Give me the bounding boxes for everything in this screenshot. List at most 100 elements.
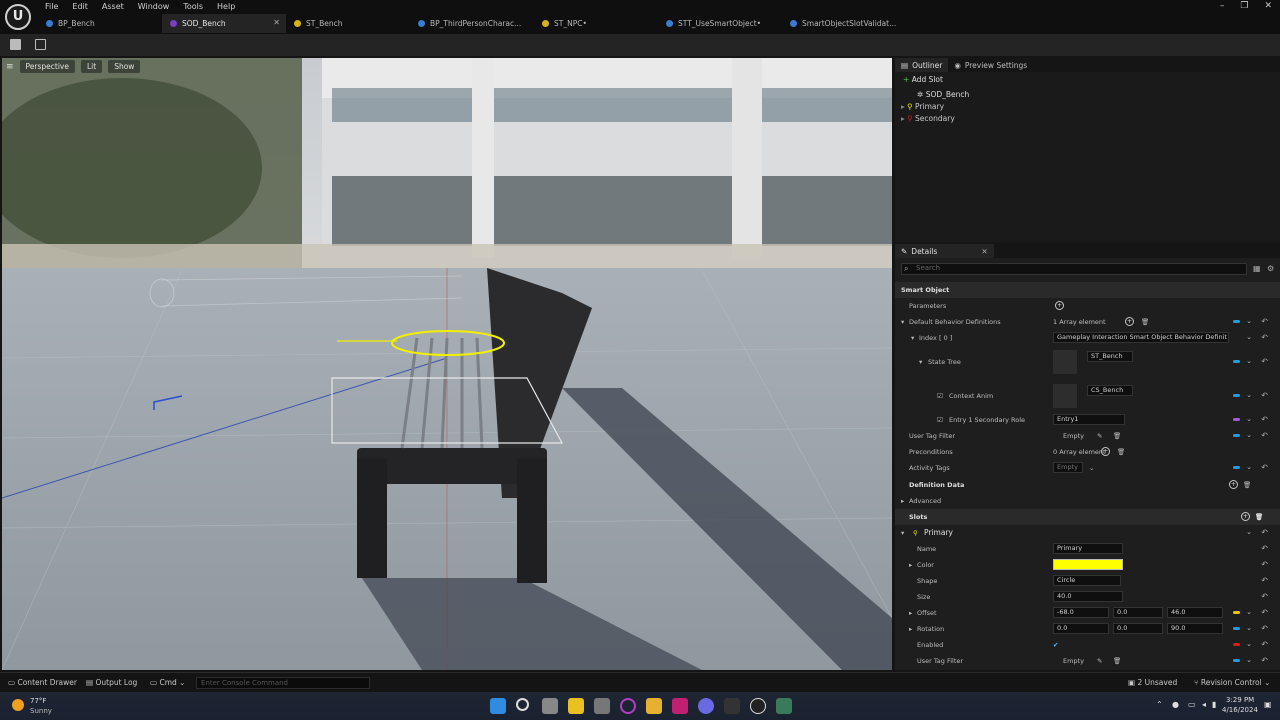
color-swatch[interactable]: [1053, 559, 1123, 570]
close-icon[interactable]: ✕: [273, 18, 280, 27]
next-app-icon[interactable]: [672, 698, 688, 714]
reset-icon[interactable]: ↶: [1261, 640, 1268, 649]
chevron-down-icon[interactable]: ⌄: [1246, 317, 1252, 325]
chevron-down-icon[interactable]: ⌄: [1246, 608, 1252, 616]
tree-item-primary[interactable]: ▸ ⚲ Primary: [901, 102, 944, 111]
offset-x-input[interactable]: -68.0: [1053, 607, 1109, 618]
reset-icon[interactable]: ↶: [1261, 544, 1268, 553]
chevron-down-icon[interactable]: ⌄: [1246, 463, 1252, 471]
reset-icon[interactable]: ↶: [1261, 576, 1268, 585]
menu-tools[interactable]: Tools: [176, 1, 210, 13]
clock-date[interactable]: 4/16/2024: [1222, 706, 1258, 714]
close-icon[interactable]: ✕: [981, 247, 987, 256]
mic-icon[interactable]: ●: [1172, 700, 1179, 709]
app-icon[interactable]: [776, 698, 792, 714]
rotation-z-input[interactable]: 90.0: [1167, 623, 1223, 634]
settings-icon[interactable]: ⚙: [1267, 264, 1274, 273]
tab-details[interactable]: ✎ Details ✕: [895, 244, 994, 258]
revision-control-button[interactable]: ⑂ Revision Control ⌄: [1194, 678, 1270, 687]
reset-icon[interactable]: ↶: [1261, 391, 1268, 400]
enabled-checkbox[interactable]: ✔: [1053, 641, 1058, 649]
console-command-input[interactable]: Enter Console Command: [196, 677, 370, 689]
chevron-down-icon[interactable]: ⌄: [1246, 357, 1252, 365]
maximize-icon[interactable]: ❐: [1240, 1, 1248, 11]
trash-icon[interactable]: 🗑: [1243, 481, 1251, 489]
clock-time[interactable]: 3:29 PM: [1226, 696, 1254, 704]
edit-icon[interactable]: ✎: [1097, 432, 1102, 440]
tree-item-root[interactable]: ✲ SOD_Bench: [917, 90, 969, 99]
rotation-x-input[interactable]: 0.0: [1053, 623, 1109, 634]
section-smart-object[interactable]: Smart Object: [895, 282, 1280, 298]
tab-st-npc[interactable]: ST_NPC•: [534, 14, 658, 33]
browser-app-icon[interactable]: [620, 698, 636, 714]
tab-preview-settings[interactable]: ◉ Preview Settings: [948, 58, 1033, 72]
reset-icon[interactable]: ↶: [1261, 608, 1268, 617]
rotation-y-input[interactable]: 0.0: [1113, 623, 1163, 634]
battery-icon[interactable]: ▮: [1212, 700, 1216, 709]
snipping-app-icon[interactable]: [594, 698, 610, 714]
task-view-icon[interactable]: [542, 698, 558, 714]
reset-icon[interactable]: ↶: [1261, 560, 1268, 569]
unsaved-button[interactable]: ▣ 2 Unsaved: [1128, 678, 1177, 687]
state-tree-asset-select[interactable]: ST_Bench: [1087, 351, 1133, 362]
perspective-button[interactable]: Perspective: [19, 60, 75, 73]
preview-viewport[interactable]: ≡ Perspective Lit Show: [2, 58, 892, 670]
menu-help[interactable]: Help: [210, 1, 242, 13]
reset-icon[interactable]: ↶: [1261, 624, 1268, 633]
save-icon[interactable]: [10, 39, 21, 50]
chevron-down-icon[interactable]: ⌄: [1246, 528, 1252, 536]
unreal-taskbar-icon[interactable]: [750, 698, 766, 714]
offset-z-input[interactable]: 46.0: [1167, 607, 1223, 618]
chevron-down-icon[interactable]: ⌄: [1089, 464, 1094, 472]
chevron-down-icon[interactable]: ⌄: [1246, 391, 1252, 399]
size-input[interactable]: 40.0: [1053, 591, 1123, 602]
reset-icon[interactable]: ↶: [1261, 656, 1268, 665]
tab-st-bench[interactable]: ST_Bench: [286, 14, 410, 33]
offset-y-input[interactable]: 0.0: [1113, 607, 1163, 618]
menu-asset[interactable]: Asset: [95, 1, 131, 13]
cmd-button[interactable]: ▭ Cmd ⌄: [150, 678, 185, 687]
trash-icon[interactable]: 🗑: [1113, 657, 1121, 665]
menu-window[interactable]: Window: [131, 1, 177, 13]
chevron-down-icon[interactable]: ⌄: [1246, 640, 1252, 648]
windows-start-icon[interactable]: [490, 698, 506, 714]
tab-bp-bench[interactable]: BP_Bench: [38, 14, 162, 33]
add-slot-button[interactable]: + Add Slot: [903, 75, 943, 84]
reset-icon[interactable]: ↶: [1261, 528, 1268, 537]
reset-icon[interactable]: ↶: [1261, 317, 1268, 326]
notes-app-icon[interactable]: [568, 698, 584, 714]
add-icon[interactable]: +: [1055, 301, 1064, 310]
chevron-down-icon[interactable]: ⌄: [1246, 333, 1252, 341]
chevron-down-icon[interactable]: ⌄: [1246, 624, 1252, 632]
add-icon[interactable]: +: [1229, 480, 1238, 489]
grid-icon[interactable]: ▦: [1253, 264, 1261, 273]
reset-icon[interactable]: ↶: [1261, 431, 1268, 440]
content-drawer-button[interactable]: ▭ Content Drawer: [8, 678, 77, 687]
tab-slot-validator[interactable]: SmartObjectSlotValidat...: [782, 14, 906, 33]
name-input[interactable]: Primary: [1053, 543, 1123, 554]
activity-tags-value[interactable]: Empty: [1053, 462, 1083, 473]
trash-icon[interactable]: 🗑: [1117, 448, 1125, 456]
behavior-class-select[interactable]: Gameplay Interaction Smart Object Behavi…: [1053, 332, 1229, 343]
tab-stt-use-smart-object[interactable]: STT_UseSmartObject•: [658, 14, 782, 33]
menu-file[interactable]: File: [38, 1, 65, 13]
trash-icon[interactable]: 🗑: [1113, 432, 1121, 440]
discord-icon[interactable]: [698, 698, 714, 714]
tab-sod-bench[interactable]: SOD_Bench ✕: [162, 14, 286, 33]
reset-icon[interactable]: ↶: [1261, 357, 1268, 366]
browse-icon[interactable]: [35, 39, 46, 50]
reset-icon[interactable]: ↶: [1261, 333, 1268, 342]
chevron-down-icon[interactable]: ⌄: [1246, 415, 1252, 423]
add-icon[interactable]: +: [1101, 447, 1110, 456]
reset-icon[interactable]: ↶: [1261, 415, 1268, 424]
output-log-button[interactable]: ▤ Output Log: [86, 678, 137, 687]
reset-icon[interactable]: ↶: [1261, 592, 1268, 601]
notification-icon[interactable]: ▣: [1264, 700, 1272, 709]
search-input[interactable]: Search: [901, 263, 1247, 275]
reset-icon[interactable]: ↶: [1261, 463, 1268, 472]
edit-icon[interactable]: ✎: [1097, 657, 1102, 665]
chevron-down-icon[interactable]: ⌄: [1246, 431, 1252, 439]
row-primary-slot[interactable]: ▾ ⚲ Primary ⌄ ↶: [895, 525, 1280, 541]
lit-button[interactable]: Lit: [80, 60, 103, 73]
menu-icon[interactable]: ≡: [6, 62, 14, 72]
